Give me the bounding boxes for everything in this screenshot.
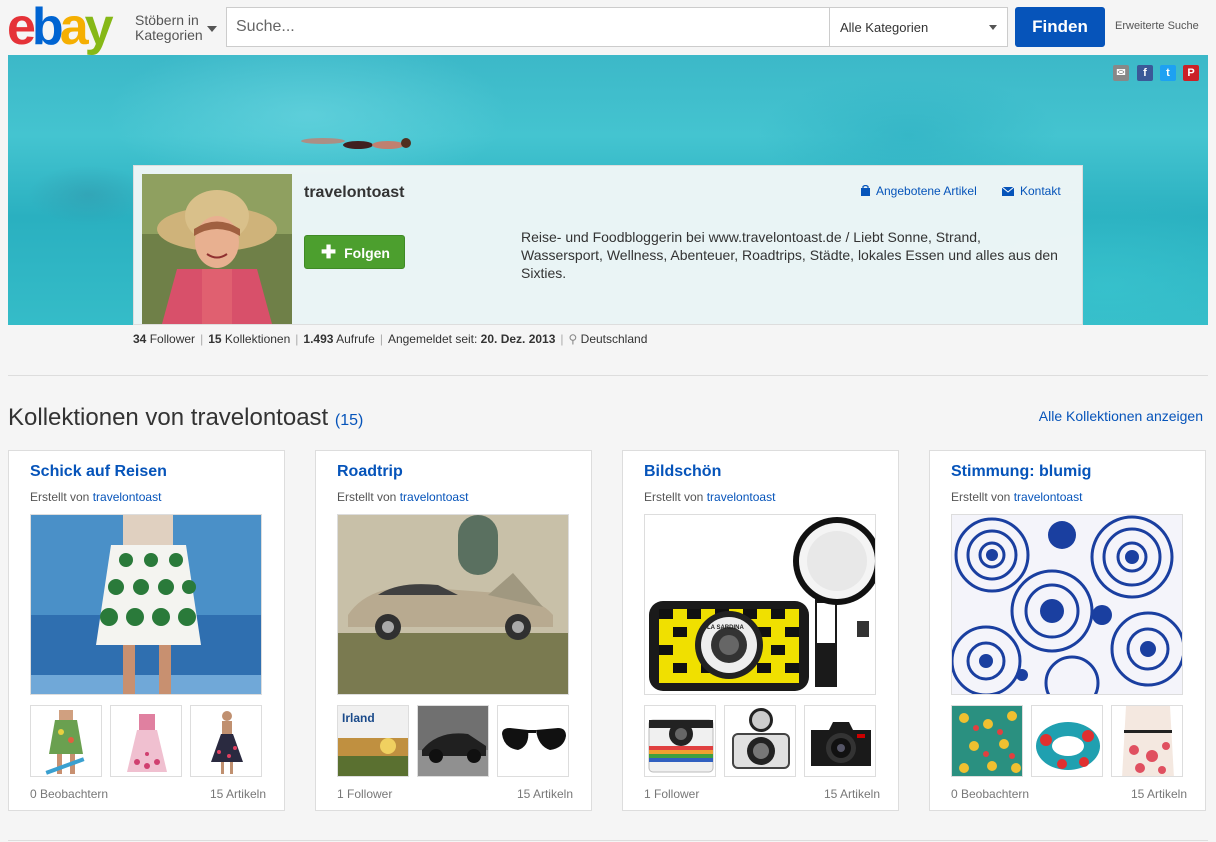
collection-card-roadtrip[interactable]: Roadtrip Erstellt von travelontoast Irla…: [315, 450, 592, 811]
profile-card: travelontoast ✚ Folgen Reise- und Foodblo…: [133, 165, 1083, 325]
collection-thumbnail[interactable]: [1111, 705, 1183, 777]
created-by-label: Erstellt von: [30, 490, 90, 504]
collection-followers: 1 Follower: [337, 787, 393, 801]
author-link[interactable]: travelontoast: [1014, 490, 1083, 504]
collection-card-schick-auf-reisen[interactable]: Schick auf Reisen Erstellt von travelont…: [8, 450, 285, 811]
followers-count: 34: [133, 332, 147, 346]
collection-card-bildschoen[interactable]: Bildschön Erstellt von travelontoast LA …: [622, 450, 899, 811]
collection-title[interactable]: Roadtrip: [337, 463, 403, 481]
offered-items-link[interactable]: Angebotene Artikel: [861, 184, 977, 198]
collections-heading: Kollektionen von travelontoast (15): [8, 404, 363, 432]
search-input[interactable]: [227, 8, 829, 46]
follow-button-label: Folgen: [344, 245, 390, 261]
collections-heading-count[interactable]: (15): [335, 412, 363, 429]
collection-main-image[interactable]: [30, 514, 262, 695]
find-button[interactable]: Finden: [1015, 7, 1105, 47]
collection-title[interactable]: Bildschön: [644, 463, 721, 481]
collection-thumbnail[interactable]: [1031, 705, 1103, 777]
collection-author: Erstellt von travelontoast: [30, 490, 161, 504]
created-by-label: Erstellt von: [951, 490, 1011, 504]
thumb-book-title: Irland: [342, 711, 375, 725]
follow-button[interactable]: ✚ Folgen: [304, 235, 405, 269]
envelope-icon: [1002, 187, 1014, 196]
contact-link[interactable]: Kontakt: [1002, 184, 1061, 198]
location-label: Deutschland: [580, 332, 648, 346]
chevron-down-icon: [989, 25, 997, 30]
collections-label: Kollektionen: [224, 332, 291, 346]
collection-followers: 0 Beobachtern: [30, 787, 109, 801]
logo-letter-y: y: [84, 0, 114, 56]
collection-title[interactable]: Schick auf Reisen: [30, 463, 167, 481]
location-pin-icon: ⚲: [568, 332, 578, 346]
collection-thumbnail[interactable]: Irland: [337, 705, 409, 777]
author-link[interactable]: travelontoast: [707, 490, 776, 504]
collection-item-count: 15 Artikeln: [209, 787, 266, 801]
search-bar: Alle Kategorien: [226, 7, 1008, 47]
collection-followers: 0 Beobachtern: [951, 787, 1030, 801]
plus-icon: ✚: [321, 242, 337, 262]
profile-bio: Reise- und Foodbloggerin bei www.travelo…: [521, 229, 1058, 281]
collection-main-image[interactable]: [337, 514, 569, 695]
collection-thumbnail[interactable]: [190, 705, 262, 777]
facebook-icon[interactable]: f: [1137, 65, 1153, 81]
header: ebay Stöbern in Kategorien Alle Kategori…: [0, 0, 1216, 54]
collection-thumbnail[interactable]: [417, 705, 489, 777]
camera-brand-label: LA SARDINA: [707, 625, 744, 631]
divider: [8, 840, 1208, 841]
collection-thumbnail[interactable]: [951, 705, 1023, 777]
browse-line-1: Stöbern in: [135, 12, 199, 28]
pinterest-icon[interactable]: P: [1183, 65, 1199, 81]
profile-username: travelontoast: [304, 184, 405, 201]
chevron-down-icon[interactable]: [207, 26, 217, 32]
contact-label: Kontakt: [1020, 184, 1061, 198]
email-icon[interactable]: ✉: [1113, 65, 1129, 81]
collections-heading-text: Kollektionen von travelontoast: [8, 404, 329, 431]
author-link[interactable]: travelontoast: [93, 490, 162, 504]
created-by-label: Erstellt von: [337, 490, 397, 504]
collection-thumbnail[interactable]: [804, 705, 876, 777]
followers-label: Follower: [149, 332, 196, 346]
views-label: Aufrufe: [336, 332, 375, 346]
author-link[interactable]: travelontoast: [400, 490, 469, 504]
member-since-date: 20. Dez. 2013: [480, 332, 556, 346]
logo-letter-b: b: [31, 0, 64, 56]
bag-icon: [861, 185, 870, 196]
category-select-value: Alle Kategorien: [840, 20, 929, 35]
collection-thumbnail[interactable]: [110, 705, 182, 777]
category-select[interactable]: Alle Kategorien: [829, 8, 1007, 46]
collection-item-count: 15 Artikeln: [823, 787, 880, 801]
collections-count: 15: [208, 332, 222, 346]
views-count: 1.493: [303, 332, 334, 346]
collection-author: Erstellt von travelontoast: [644, 490, 775, 504]
browse-categories-button[interactable]: Stöbern in Kategorien: [135, 13, 203, 43]
collection-thumbnail[interactable]: [30, 705, 102, 777]
created-by-label: Erstellt von: [644, 490, 704, 504]
collection-main-image[interactable]: [951, 514, 1183, 695]
avatar[interactable]: [142, 174, 292, 324]
swimmer-image: [301, 138, 411, 149]
browse-line-2: Kategorien: [135, 27, 203, 43]
collection-card-stimmung-blumig[interactable]: Stimmung: blumig Erstellt von travelonto…: [929, 450, 1206, 811]
profile-banner: ✉ f t P travelontoast ✚ Folgen Reise- und…: [8, 55, 1208, 325]
collection-thumbnail[interactable]: [497, 705, 569, 777]
collection-thumbnail[interactable]: [724, 705, 796, 777]
advanced-search-link[interactable]: Erweiterte Suche: [1115, 20, 1199, 32]
member-since-label: Angemeldet seit:: [387, 332, 478, 346]
collection-followers: 1 Follower: [644, 787, 700, 801]
offered-items-label: Angebotene Artikel: [876, 184, 977, 198]
all-collections-link[interactable]: Alle Kollektionen anzeigen: [1039, 408, 1203, 424]
collection-title[interactable]: Stimmung: blumig: [951, 463, 1091, 481]
collection-main-image[interactable]: LA SARDINA: [644, 514, 876, 695]
divider: [8, 375, 1208, 376]
collection-author: Erstellt von travelontoast: [337, 490, 468, 504]
collection-author: Erstellt von travelontoast: [951, 490, 1082, 504]
profile-stats: 34 Follower | 15 Kollektionen | 1.493 Aufruf…: [133, 332, 648, 346]
ebay-logo[interactable]: ebay: [7, 0, 114, 56]
twitter-icon[interactable]: t: [1160, 65, 1176, 81]
collection-item-count: 15 Artikeln: [516, 787, 573, 801]
logo-letter-a: a: [59, 0, 89, 56]
collection-item-count: 15 Artikeln: [1130, 787, 1187, 801]
collection-thumbnail[interactable]: [644, 705, 716, 777]
logo-letter-e: e: [7, 0, 36, 56]
